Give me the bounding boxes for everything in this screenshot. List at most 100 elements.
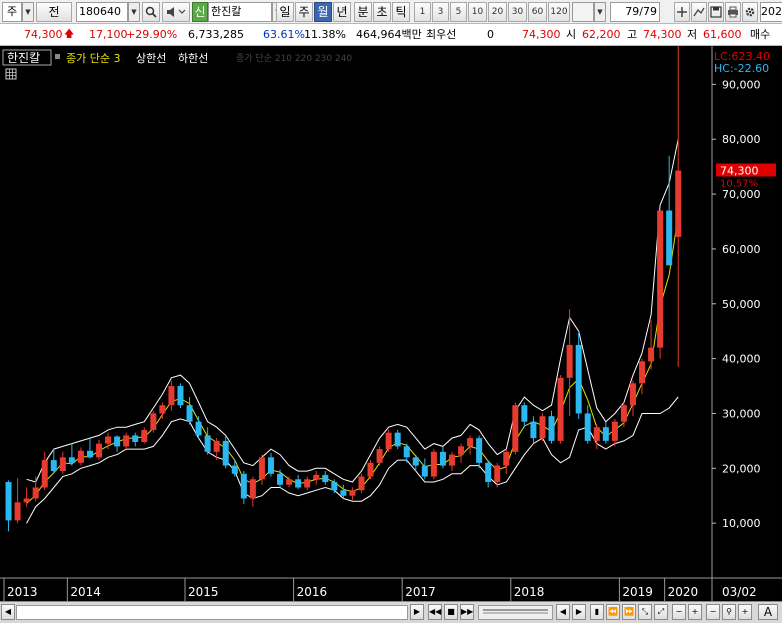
candle-body	[86, 450, 93, 458]
count-3-button[interactable]: 3	[432, 2, 449, 22]
history-scroll-track[interactable]	[16, 605, 408, 620]
save-icon[interactable]	[708, 2, 724, 22]
chart-grid	[0, 46, 782, 601]
period-second-tab[interactable]: 초	[373, 2, 391, 22]
code-dropdown-arrow-icon[interactable]: ▼	[128, 2, 140, 22]
date-tick-label: 2019	[622, 585, 653, 599]
compress-icon[interactable]: ⤡	[638, 604, 652, 620]
count-30-button[interactable]: 30	[508, 2, 527, 22]
candle-body	[213, 440, 220, 452]
candle-body	[258, 457, 265, 480]
price-tick-label: 50,000	[722, 298, 761, 311]
priority-value: 0	[487, 28, 494, 41]
period-day-tab[interactable]: 일	[276, 2, 294, 22]
candle-body	[439, 451, 446, 466]
minus-icon[interactable]: −	[706, 604, 720, 620]
zoom-in-icon[interactable]: +	[688, 604, 702, 620]
candle-body	[50, 460, 57, 472]
candle-body	[186, 405, 193, 422]
page-counter[interactable]: 79/79	[610, 2, 660, 22]
candle-body	[620, 405, 627, 422]
count-20-button[interactable]: 20	[488, 2, 507, 22]
custom-count-input[interactable]	[572, 2, 594, 22]
open-label: 시	[566, 28, 577, 41]
lower-band-line	[26, 396, 679, 524]
prev-button[interactable]: 전	[36, 2, 72, 22]
open-price: 62,200	[582, 28, 621, 41]
low-price: 61,600	[703, 28, 742, 41]
candle-body	[358, 476, 365, 491]
candle-body	[494, 465, 501, 483]
candle-body	[602, 427, 609, 441]
candle-body	[548, 416, 555, 441]
bid-price: 74,300	[522, 28, 561, 41]
scroll-right-icon[interactable]: ▶	[410, 604, 424, 620]
search-icon[interactable]	[142, 2, 160, 22]
candle-body	[23, 498, 30, 503]
candle-body	[340, 490, 347, 496]
scroll-end-icon[interactable]: ▶▶	[460, 604, 474, 620]
candle-body	[584, 413, 591, 441]
candle-body	[96, 443, 103, 458]
settings-gear-icon[interactable]	[742, 2, 758, 22]
candle-body	[648, 347, 655, 362]
stop-icon[interactable]: ■	[444, 604, 458, 620]
print-icon[interactable]	[725, 2, 741, 22]
magnifier-icon[interactable]: ⚲	[722, 604, 736, 620]
zoom-slider[interactable]	[478, 605, 553, 620]
date-tick-label: 2015	[188, 585, 219, 599]
text-annotation-icon[interactable]: A	[758, 604, 778, 620]
crosshair-icon[interactable]	[674, 2, 690, 22]
candle-body	[5, 482, 12, 521]
period-year-tab[interactable]: 년	[333, 2, 351, 22]
price-tick-label: 30,000	[722, 407, 761, 420]
zoom-out-icon[interactable]: −	[672, 604, 686, 620]
plus-icon[interactable]: +	[738, 604, 752, 620]
market-dropdown-arrow-icon[interactable]: ▼	[22, 2, 34, 22]
zoom-left-icon[interactable]: ◀	[556, 604, 570, 620]
count-dropdown-arrow-icon[interactable]: ▼	[594, 2, 606, 22]
date-axis: 2013 2014 2015 2016 2017 2018 2019 2020	[3, 578, 698, 601]
candle-body	[204, 435, 211, 452]
count-5-button[interactable]: 5	[450, 2, 467, 22]
forward-icon[interactable]: ⏩	[622, 604, 636, 620]
period-month-tab[interactable]: 월	[314, 2, 332, 22]
scroll-begin-icon[interactable]: ◀◀	[428, 604, 442, 620]
count-120-button[interactable]: 120	[548, 2, 570, 22]
rewind-icon[interactable]: ⏪	[606, 604, 620, 620]
chart-toolbar: 주 ▼ 전 180640 ▼ 신 한진칼 ▼ 일 주 월 년 분 초 틱 1 3…	[0, 0, 782, 24]
candle-body	[349, 490, 356, 496]
date-tick-label: 2013	[7, 585, 38, 599]
candle-body	[403, 446, 410, 458]
fit-view-icon[interactable]: ▮	[590, 604, 604, 620]
candlestick-chart[interactable]: 10,000 20,000 30,000 40,000 50,000 60,000 70,0…	[0, 46, 782, 601]
period-week-tab[interactable]: 주	[295, 2, 313, 22]
period-tick-tab[interactable]: 틱	[392, 2, 410, 22]
date-tick-label: 2016	[297, 585, 328, 599]
chart-type-icon[interactable]	[691, 2, 707, 22]
period-minute-tab[interactable]: 분	[354, 2, 372, 22]
price-chart-area[interactable]: 10,000 20,000 30,000 40,000 50,000 60,000 70,0…	[0, 46, 782, 601]
scroll-left-icon[interactable]: ◀	[1, 604, 15, 620]
priority-label: 최우선	[426, 28, 457, 41]
candle-body	[286, 479, 293, 485]
chart-table-icon[interactable]	[5, 68, 17, 80]
market-selector[interactable]: 주	[2, 2, 22, 22]
expand-icon[interactable]: ⤢	[654, 604, 668, 620]
price-axis: 10,000 20,000 30,000 40,000 50,000 60,000 70,0…	[712, 78, 761, 530]
count-1-button[interactable]: 1	[414, 2, 431, 22]
candle-body	[539, 416, 546, 439]
speaker-icon[interactable]	[162, 2, 190, 22]
candle-body	[168, 386, 175, 406]
zoom-right-icon[interactable]: ▶	[572, 604, 586, 620]
candle-body	[611, 421, 618, 441]
candle-body	[249, 479, 256, 499]
stock-code-input[interactable]: 180640	[76, 2, 128, 22]
date-tick-label: 2014	[70, 585, 101, 599]
count-10-button[interactable]: 10	[468, 2, 487, 22]
stock-name-field[interactable]: 한진칼	[208, 2, 272, 22]
count-60-button[interactable]: 60	[528, 2, 547, 22]
candle-body	[385, 432, 392, 450]
date-input[interactable]: 2020	[760, 2, 782, 22]
candle-body	[593, 427, 600, 441]
